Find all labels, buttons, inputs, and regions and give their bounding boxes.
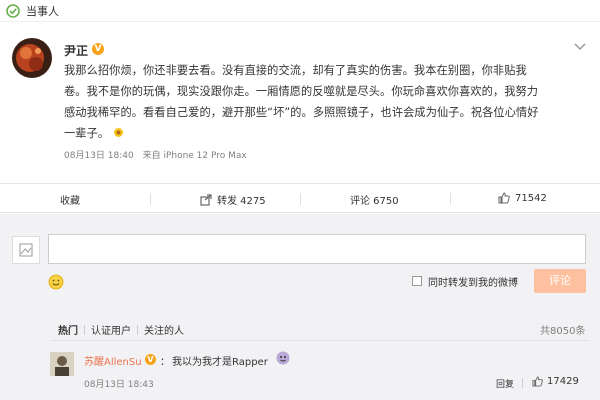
chevron-down-icon[interactable] <box>574 42 586 52</box>
like-count: 71542 <box>515 192 547 204</box>
forward-checkbox-label[interactable]: 同时转发到我的微博 <box>428 274 518 289</box>
verified-badge-icon: V <box>145 354 156 365</box>
submit-comment-button[interactable]: 评论 <box>534 269 586 293</box>
smiley-face-icon[interactable] <box>48 274 64 290</box>
post-time[interactable]: 08月13日 18:40 <box>64 151 134 161</box>
thumbs-up-icon <box>532 376 543 387</box>
forward-count: 转发 4275 <box>217 196 266 207</box>
post-text-line: 我那么招你烦，你还非要去看。没有直接的交流，却有了真实的伤害。我本在别圈，你非贴… <box>64 64 527 77</box>
topic-label[interactable]: 当事人 <box>26 3 59 19</box>
topic-bar: 当事人 <box>0 0 600 22</box>
tab-hot[interactable]: 热门 <box>58 322 78 337</box>
post-meta: 08月13日 18:40 来自 iPhone 12 Pro Max <box>64 148 247 161</box>
comment-text: 我以为我才是Rapper <box>172 357 268 368</box>
author-name[interactable]: 尹正 <box>64 42 88 59</box>
post-source[interactable]: 来自 iPhone 12 Pro Max <box>143 151 247 161</box>
favorite-button[interactable]: 收藏 <box>60 192 80 207</box>
comment-input[interactable] <box>48 234 586 264</box>
comment-section: 同时转发到我的微博 评论 热门 认证用户 关注的人 共8050条 苏醒Allen… <box>0 214 600 400</box>
post-text-line: 卷。我不是你的玩偶，现实没跟你走。一厢情愿的反噬就是尽头。你玩命喜欢你喜欢的，我… <box>64 85 539 98</box>
comment-like-button[interactable]: 17429 <box>532 376 579 387</box>
divider <box>50 340 590 341</box>
tab-following[interactable]: 关注的人 <box>144 322 184 337</box>
favorite-label: 收藏 <box>60 196 80 207</box>
forward-icon <box>200 193 212 206</box>
verified-badge-icon: V <box>92 43 104 55</box>
divider <box>450 193 451 205</box>
commenter-avatar[interactable] <box>50 352 74 376</box>
comment-count: 评论 6750 <box>350 196 399 207</box>
forward-checkbox[interactable] <box>412 276 422 286</box>
comment-time: 08月13日 18:43 <box>84 380 154 390</box>
forward-button[interactable]: 转发 4275 <box>200 192 266 207</box>
broken-image-icon <box>19 243 33 257</box>
divider <box>300 193 301 205</box>
divider <box>84 324 85 335</box>
comment-total: 共8050条 <box>540 326 586 337</box>
sunflower-emoji-icon <box>113 128 123 137</box>
comment-colon: ： <box>160 357 170 368</box>
tab-verified-users[interactable]: 认证用户 <box>91 322 131 337</box>
my-avatar <box>12 236 40 264</box>
like-button[interactable]: 71542 <box>498 192 547 204</box>
author-avatar[interactable] <box>12 38 52 78</box>
post-text: 我那么招你烦，你还非要去看。没有直接的交流，却有了真实的伤害。我本在别圈，你非贴… <box>64 60 594 144</box>
commenter-name[interactable]: 苏醒AllenSu <box>84 353 142 368</box>
comment-tabs: 热门 认证用户 关注的人 <box>58 322 190 337</box>
reply-button[interactable]: 回复 <box>496 377 514 390</box>
divider <box>522 378 523 388</box>
post-text-line: 感动我稀罕的。看看自己爱的，避开那些“坏”的。多照照镜子，也许会成为仙子。祝各位… <box>64 106 539 119</box>
comment-button[interactable]: 评论 6750 <box>350 192 399 207</box>
post-text-line: 一辈子。 <box>64 123 594 144</box>
face-emoji-icon <box>276 351 290 365</box>
divider <box>150 193 151 205</box>
comment-like-count: 17429 <box>547 376 579 387</box>
divider <box>137 324 138 335</box>
post-action-bar: 收藏 转发 4275 评论 6750 71542 <box>0 183 600 213</box>
thumbs-up-icon <box>498 192 510 204</box>
topic-tag-icon <box>6 4 20 18</box>
weibo-post: 尹正 V 我那么招你烦，你还非要去看。没有直接的交流，却有了真实的伤害。我本在别… <box>0 22 600 183</box>
